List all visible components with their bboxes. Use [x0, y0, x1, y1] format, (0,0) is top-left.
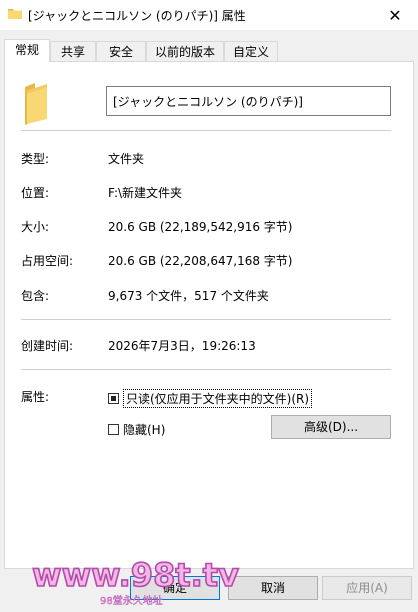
watermark-subtext: 98堂永久地址 [100, 594, 163, 607]
tab-general-label: 常规 [14, 43, 39, 57]
readonly-checkbox-label: 只读(仅应用于文件夹中的文件)(R) [123, 388, 313, 408]
divider [21, 369, 391, 370]
tab-sharing-label: 共享 [60, 45, 85, 59]
location-value: F:\新建文件夹 [108, 186, 183, 200]
tab-customize-label: 自定义 [232, 45, 269, 59]
tab-security-label: 安全 [108, 45, 133, 59]
attributes-label: 属性: [21, 390, 50, 404]
created-label: 创建时间: [21, 339, 74, 353]
readonly-checkbox[interactable] [108, 392, 119, 404]
tab-customize[interactable]: 自定义 [224, 41, 278, 61]
hidden-checkbox-row[interactable]: 隐藏(H) [108, 420, 165, 438]
general-panel [4, 61, 414, 569]
window-title: [ジャックとニコルソン (のりパチ)] 属性 [28, 9, 246, 23]
close-icon: ✕ [388, 5, 402, 25]
contains-value: 9,673 个文件，517 个文件夹 [108, 289, 269, 303]
size-on-disk-value: 20.6 GB (22,208,647,168 字节) [108, 254, 293, 268]
folder-large-icon [25, 83, 47, 125]
divider [21, 130, 391, 131]
size-on-disk-label: 占用空间: [21, 254, 74, 268]
folder-icon [8, 9, 22, 19]
tab-sharing[interactable]: 共享 [50, 41, 96, 61]
close-button[interactable]: ✕ [372, 0, 418, 30]
tab-general[interactable]: 常规 [4, 39, 50, 62]
contains-label: 包含: [21, 289, 50, 303]
tab-security[interactable]: 安全 [96, 41, 146, 61]
apply-button[interactable]: 应用(A) [322, 576, 412, 600]
type-value: 文件夹 [108, 152, 145, 166]
size-value: 20.6 GB (22,189,542,916 字节) [108, 220, 293, 234]
title-bar: [ジャックとニコルソン (のりパチ)] 属性 ✕ [0, 0, 418, 30]
hidden-checkbox[interactable] [108, 423, 119, 435]
size-label: 大小: [21, 220, 50, 234]
readonly-checkbox-row[interactable]: 只读(仅应用于文件夹中的文件)(R) [108, 388, 313, 408]
folder-name-input[interactable]: [ジャックとニコルソン (のりパチ)] [106, 86, 391, 116]
divider [21, 319, 391, 320]
tab-previous-versions-label: 以前的版本 [154, 45, 215, 59]
hidden-checkbox-label: 隐藏(H) [123, 422, 166, 437]
type-label: 类型: [21, 152, 50, 166]
watermark-logo: www.98t.tv 98堂永久地址 [31, 555, 240, 607]
advanced-button[interactable]: 高级(D)... [271, 415, 391, 439]
watermark-text: www.98t.tv [32, 556, 239, 594]
location-label: 位置: [21, 186, 50, 200]
created-value: 2026年7月3日，19:26:13 [108, 339, 256, 353]
tab-previous-versions[interactable]: 以前的版本 [146, 41, 224, 61]
